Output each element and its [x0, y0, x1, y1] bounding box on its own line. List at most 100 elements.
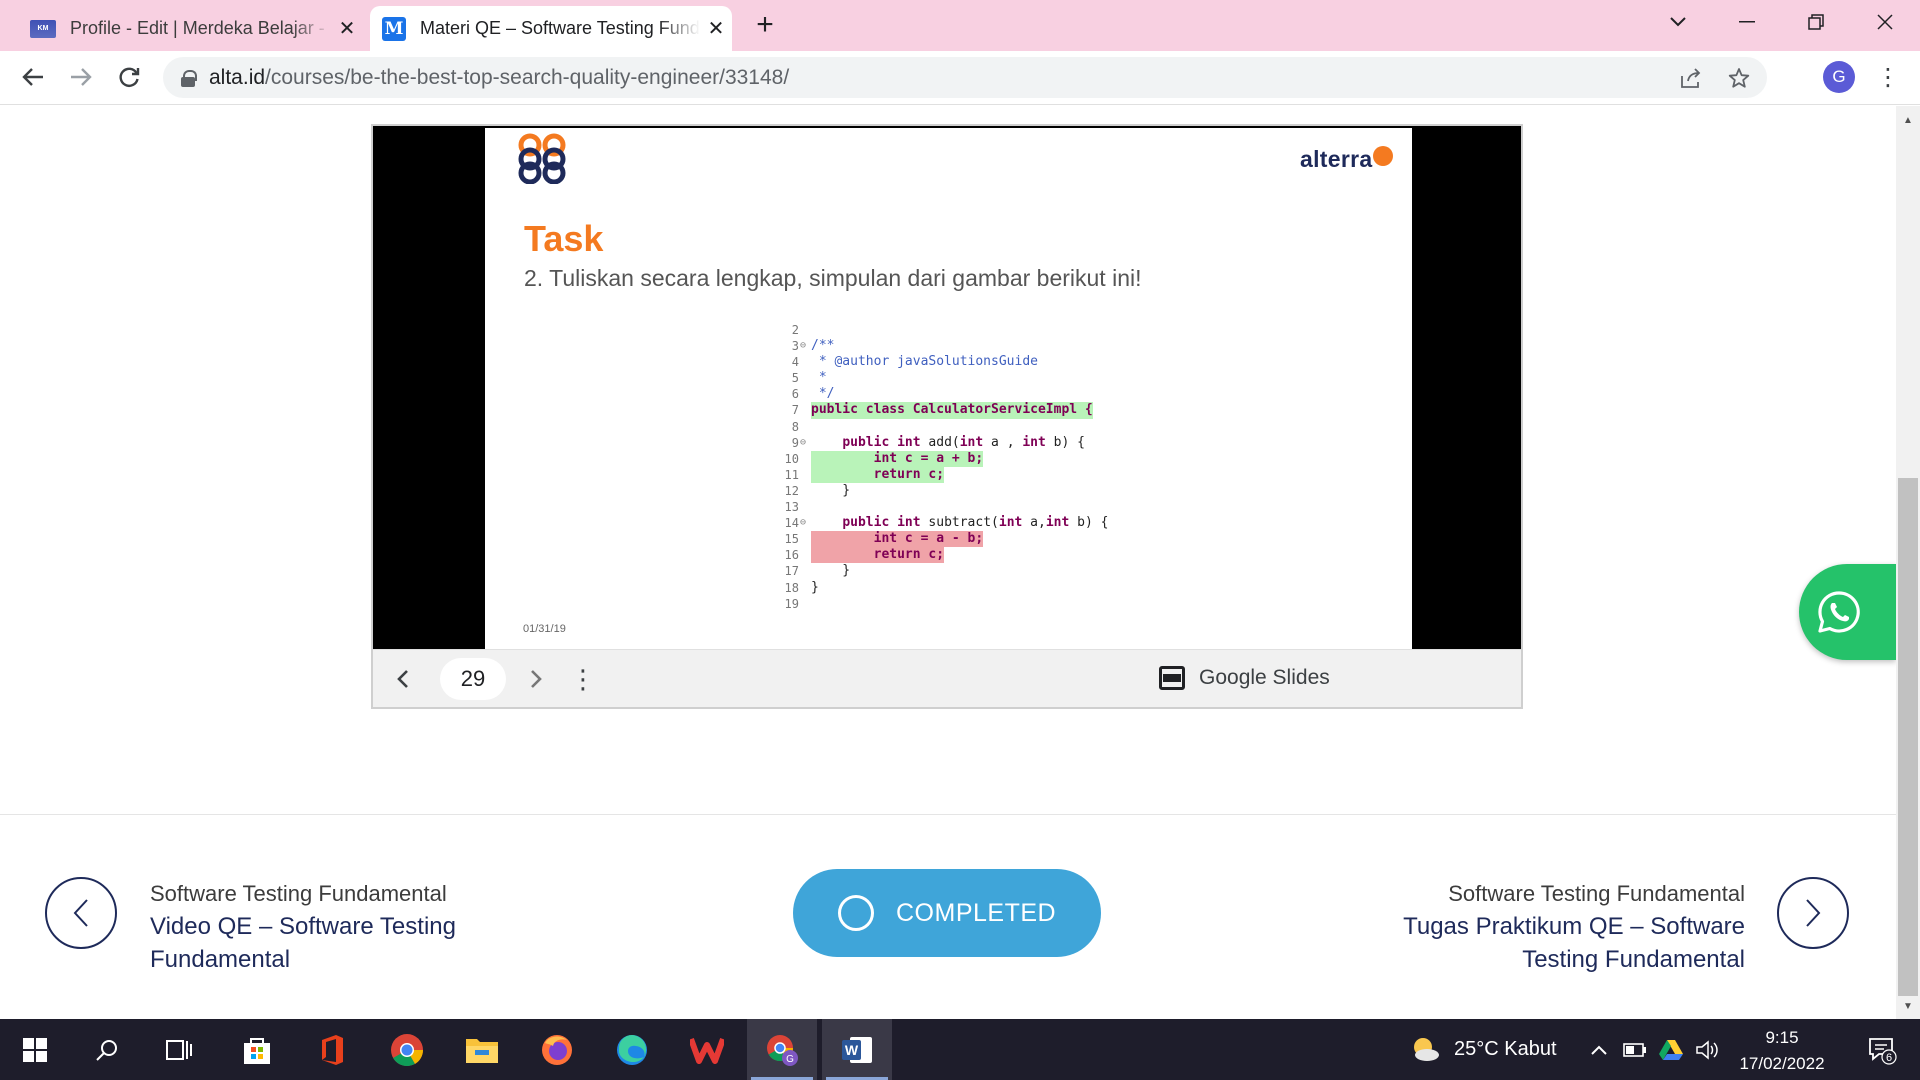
tab-title: Materi QE – Software Testing Fundamental — [420, 18, 700, 38]
code-line-number: 13 — [784, 500, 799, 515]
scrollbar-thumb[interactable] — [1898, 478, 1918, 996]
previous-lesson-course: Software Testing Fundamental — [150, 881, 447, 906]
reload-button[interactable] — [109, 57, 149, 97]
tab-search-chevron-icon[interactable] — [1648, 0, 1708, 44]
notification-count: 6 — [1886, 1052, 1892, 1064]
new-tab-button[interactable]: + — [748, 8, 782, 42]
show-hidden-icons-chevron-icon[interactable] — [1582, 1019, 1616, 1080]
code-line-text: /** — [811, 338, 835, 354]
slide-page-number[interactable]: 29 — [440, 658, 506, 700]
code-line-text: } — [811, 482, 851, 498]
code-line-number: 15 — [784, 532, 799, 547]
code-fold-marker: ⊖ — [800, 436, 807, 448]
google-slides-embed[interactable]: alterra Task 2. Tuliskan secara lengkap,… — [371, 124, 1523, 709]
alta-logo-icon — [518, 133, 566, 184]
clock-date: 17/02/2022 — [1739, 1054, 1825, 1073]
weather-icon[interactable] — [1390, 1019, 1460, 1080]
chevron-left-icon — [73, 899, 88, 927]
code-line-number: 17 — [784, 564, 799, 579]
tab-profile-edit[interactable]: KM Profile - Edit | Merdeka Belajar - I … — [18, 6, 363, 51]
windows-taskbar: G W 25°C Kabut 9:15 17/02/2022 6 — [0, 1019, 1920, 1080]
chrome-icon[interactable] — [372, 1019, 442, 1080]
code-fold-marker: ⊖ — [800, 340, 807, 352]
whatsapp-chat-button[interactable] — [1799, 564, 1896, 660]
battery-icon[interactable] — [1618, 1019, 1652, 1080]
chrome-profile-icon[interactable]: G — [747, 1019, 817, 1080]
code-line-number: 16 — [784, 548, 799, 563]
slide-date: 01/31/19 — [523, 623, 566, 635]
edge-icon[interactable] — [597, 1019, 667, 1080]
system-clock[interactable]: 9:15 17/02/2022 — [1720, 1025, 1844, 1077]
code-fold-marker: ⊖ — [800, 517, 807, 529]
slides-control-bar: 29 ⋮ Google Slides — [373, 649, 1521, 707]
microsoft-store-icon[interactable] — [222, 1019, 292, 1080]
notification-center-icon[interactable]: 6 — [1852, 1019, 1912, 1080]
profile-avatar[interactable]: G — [1823, 61, 1855, 93]
share-icon[interactable] — [1671, 57, 1711, 98]
address-bar[interactable]: alta.id/courses/be-the-best-top-search-q… — [163, 57, 1767, 98]
close-window-button[interactable] — [1855, 0, 1915, 44]
svg-text:G: G — [786, 1054, 794, 1065]
firefox-icon[interactable] — [522, 1019, 592, 1080]
next-lesson-info[interactable]: Software Testing Fundamental Tugas Prakt… — [1225, 878, 1745, 976]
forward-button[interactable] — [61, 57, 101, 97]
whatsapp-icon — [1817, 591, 1860, 633]
word-icon[interactable]: W — [822, 1019, 892, 1080]
previous-lesson-title: Video QE – Software Testing Fundamental — [150, 913, 456, 973]
browser-menu-icon[interactable]: ⋮ — [1872, 61, 1904, 93]
code-line-text: } — [811, 579, 819, 595]
tab-title: Profile - Edit | Merdeka Belajar - I — [70, 18, 331, 38]
google-slides-icon — [1159, 666, 1185, 690]
svg-text:W: W — [845, 1042, 859, 1058]
code-line-number: 4 — [791, 355, 799, 370]
wps-office-icon[interactable] — [672, 1019, 742, 1080]
browser-tab-strip: KM Profile - Edit | Merdeka Belajar - I … — [0, 0, 1920, 51]
code-line-text: public class CalculatorServiceImpl { — [811, 402, 1093, 419]
code-line-text: int c = a - b; — [811, 531, 984, 548]
browser-toolbar: alta.id/courses/be-the-best-top-search-q… — [0, 51, 1920, 105]
file-explorer-icon[interactable] — [447, 1019, 517, 1080]
slides-more-options-icon[interactable]: ⋮ — [563, 659, 603, 699]
task-view-icon[interactable] — [144, 1019, 214, 1080]
clock-time: 9:15 — [1765, 1028, 1799, 1047]
start-button[interactable] — [0, 1019, 70, 1080]
lock-icon[interactable] — [181, 69, 197, 87]
url-text[interactable]: alta.id/courses/be-the-best-top-search-q… — [209, 66, 789, 90]
office-icon[interactable] — [297, 1019, 367, 1080]
google-drive-icon[interactable] — [1654, 1019, 1688, 1080]
bookmark-star-icon[interactable] — [1719, 57, 1759, 98]
completion-circle-icon — [838, 895, 874, 931]
scroll-up-arrow-icon[interactable]: ▲ — [1896, 110, 1920, 132]
previous-slide-button[interactable] — [383, 659, 423, 699]
code-line-number: 19 — [784, 596, 799, 611]
code-line-text: */ — [811, 386, 835, 402]
slide-instruction: 2. Tuliskan secara lengkap, simpulan dar… — [524, 265, 1142, 291]
restore-button[interactable] — [1786, 0, 1846, 44]
previous-lesson-button[interactable] — [45, 877, 117, 949]
weather-text[interactable]: 25°C Kabut — [1454, 1038, 1557, 1061]
code-line-text: public int add(int a , int b) { — [842, 434, 1085, 450]
code-line-number: 9 — [791, 435, 799, 450]
previous-lesson-info[interactable]: Software Testing Fundamental Video QE – … — [150, 878, 490, 976]
next-lesson-button[interactable] — [1777, 877, 1849, 949]
code-line-number: 11 — [784, 467, 799, 482]
code-line-text: * @author javaSolutionsGuide — [811, 354, 1038, 370]
google-slides-link[interactable]: Google Slides — [1159, 666, 1330, 690]
search-icon[interactable] — [72, 1019, 142, 1080]
close-tab-icon[interactable]: ✕ — [331, 16, 363, 41]
code-line-text: int c = a + b; — [811, 450, 984, 467]
back-button[interactable] — [13, 57, 53, 97]
chevron-right-icon — [1806, 899, 1821, 927]
scroll-down-arrow-icon[interactable]: ▼ — [1896, 996, 1920, 1018]
mark-completed-button[interactable]: COMPLETED — [793, 869, 1101, 957]
next-slide-button[interactable] — [516, 659, 556, 699]
tab-materi-qe[interactable]: M Materi QE – Software Testing Fundament… — [370, 6, 732, 51]
code-line-number: 10 — [784, 451, 799, 466]
slide-title: Task — [524, 218, 604, 259]
code-line-number: 7 — [791, 403, 799, 418]
close-tab-icon[interactable]: ✕ — [700, 16, 732, 41]
code-line-number: 12 — [784, 483, 799, 498]
volume-icon[interactable] — [1690, 1019, 1724, 1080]
code-line-text: public int subtract(int a,int b) { — [842, 515, 1109, 531]
minimize-button[interactable] — [1717, 0, 1777, 44]
